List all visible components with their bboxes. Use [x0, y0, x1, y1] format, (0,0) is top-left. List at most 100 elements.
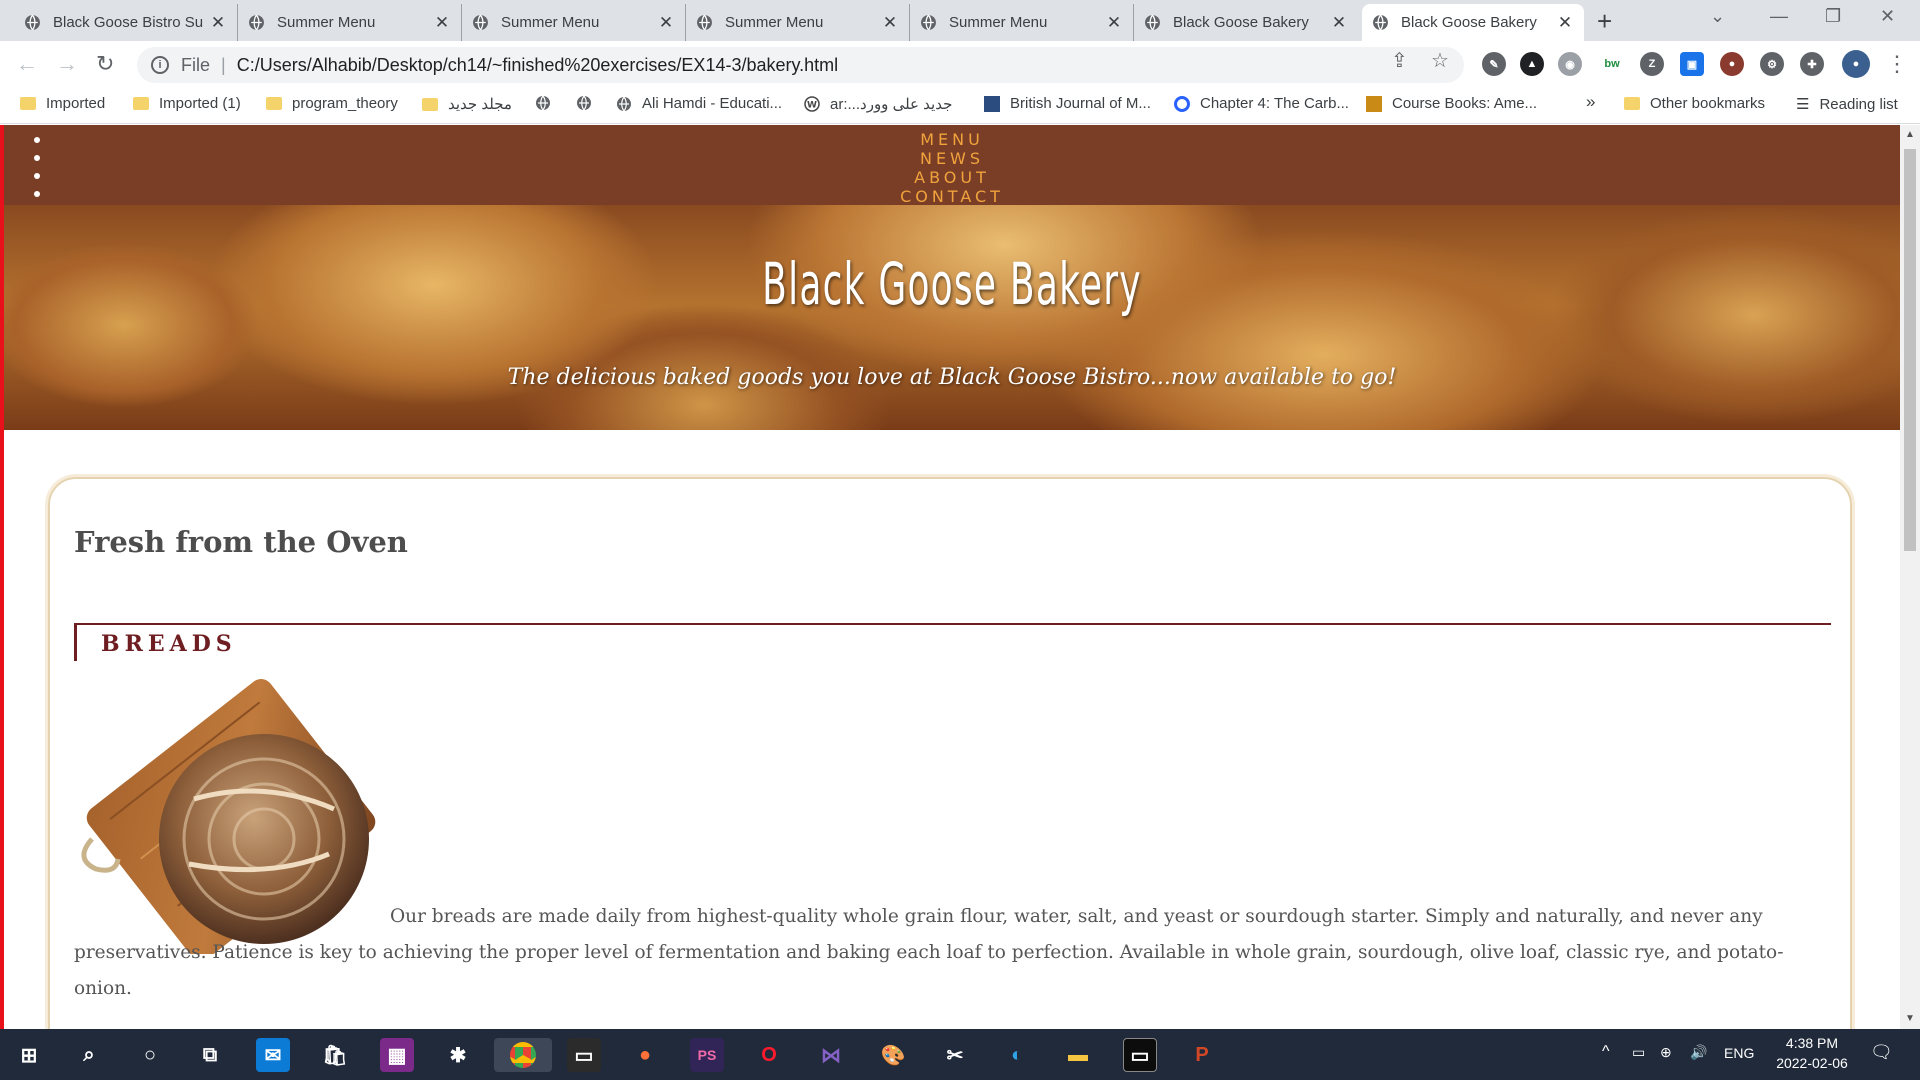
bookmark-british-journal[interactable]: British Journal of M...: [984, 95, 1151, 112]
cortana-icon[interactable]: ○: [133, 1038, 167, 1072]
scroll-down-icon[interactable]: ▼: [1905, 1013, 1915, 1024]
opera-icon[interactable]: O: [752, 1038, 786, 1072]
tray-overflow-icon[interactable]: ^: [1602, 1043, 1610, 1061]
edge-icon[interactable]: ◐: [1000, 1038, 1034, 1072]
tab-title: Summer Menu: [949, 14, 1048, 31]
bird-extension-icon[interactable]: ▲: [1520, 52, 1544, 76]
file-explorer-icon[interactable]: ▬: [1061, 1038, 1095, 1072]
globe-icon: [697, 14, 712, 31]
nav-link-about[interactable]: ABOUT: [4, 168, 1900, 187]
tab-summer-menu-3[interactable]: Summer Menu ✕: [686, 4, 910, 41]
paint-icon[interactable]: 🎨: [876, 1038, 910, 1072]
tab-black-goose-bakery-1[interactable]: Black Goose Bakery ✕: [1134, 4, 1358, 41]
close-icon[interactable]: ✕: [881, 13, 899, 33]
bookmark-chapter-4[interactable]: Chapter 4: The Carb...: [1174, 95, 1349, 112]
firefox-icon[interactable]: ●: [628, 1038, 662, 1072]
reload-icon[interactable]: ↻: [96, 51, 114, 77]
new-tab-button[interactable]: +: [1597, 6, 1612, 37]
bookmark-star-icon[interactable]: ☆: [1431, 48, 1449, 73]
eyedropper-extension-icon[interactable]: ✎: [1482, 52, 1506, 76]
cookie-extension-icon[interactable]: ●: [1720, 52, 1744, 76]
minimize-icon[interactable]: —: [1770, 6, 1788, 27]
mail-icon[interactable]: ✉: [256, 1038, 290, 1072]
close-icon[interactable]: ✕: [1556, 13, 1574, 33]
folder-icon: [266, 97, 282, 110]
bookmark-label: Course Books: Ame...: [1392, 95, 1538, 112]
bookmark-program-theory[interactable]: program_theory: [266, 95, 398, 112]
bookmark-course-books[interactable]: Course Books: Ame...: [1366, 95, 1537, 112]
info-icon[interactable]: i: [151, 56, 169, 74]
tab-summer-menu-4[interactable]: Summer Menu ✕: [910, 4, 1134, 41]
bookmark-globe-1[interactable]: [535, 95, 561, 111]
bw-extension-icon[interactable]: bw: [1600, 52, 1624, 76]
scroll-thumb[interactable]: [1904, 149, 1916, 551]
address-bar[interactable]: i File | C:/Users/Alhabib/Desktop/ch14/~…: [137, 47, 1464, 83]
tools-icon[interactable]: ✂: [938, 1038, 972, 1072]
site-title: Black Goose Bakery: [762, 250, 1142, 318]
close-icon[interactable]: ✕: [1105, 13, 1123, 33]
close-icon[interactable]: ✕: [209, 13, 227, 33]
bookmark-other-bookmarks[interactable]: Other bookmarks: [1624, 95, 1765, 112]
zip-extension-icon[interactable]: Z: [1640, 52, 1664, 76]
nav-link-menu[interactable]: MENU: [4, 130, 1900, 149]
puzzle-extensions-icon[interactable]: ✚: [1800, 52, 1824, 76]
phpstorm-icon[interactable]: PS: [690, 1038, 724, 1072]
screenshot-extension-icon[interactable]: ▣: [1680, 52, 1704, 76]
tab-search-icon[interactable]: ⌄: [1710, 6, 1725, 27]
bookmarks-bar: Imported Imported (1) program_theory مجل…: [0, 89, 1920, 124]
chrome-icon[interactable]: [494, 1038, 552, 1072]
nav-link-news[interactable]: NEWS: [4, 149, 1900, 168]
bookmark-new-folder[interactable]: مجلد جديد: [422, 95, 512, 113]
bookmark-globe-2[interactable]: [576, 95, 602, 111]
forward-icon[interactable]: →: [56, 51, 78, 77]
reading-list-label: Reading list: [1819, 95, 1898, 113]
bookmark-label: program_theory: [292, 95, 398, 112]
bookmark-ali-hamdi[interactable]: Ali Hamdi - Educati...: [616, 95, 782, 112]
battery-icon[interactable]: ▭: [1632, 1044, 1645, 1061]
visual-studio-icon[interactable]: ⋈: [814, 1038, 848, 1072]
powerpoint-icon[interactable]: P: [1185, 1038, 1219, 1072]
window-close-icon[interactable]: ✕: [1880, 6, 1895, 27]
bookmark-wordpress[interactable]: War:...جديد على وورد: [804, 95, 952, 113]
bookmarks-overflow-button[interactable]: »: [1586, 92, 1595, 112]
store-icon[interactable]: 🛍: [318, 1038, 352, 1072]
network-icon[interactable]: ⊕: [1660, 1044, 1672, 1061]
close-icon[interactable]: ✕: [657, 13, 675, 33]
vertical-scrollbar[interactable]: ▲ ▼: [1900, 125, 1920, 1029]
gear-extension-icon[interactable]: ⚙: [1760, 52, 1784, 76]
globe-icon: [25, 14, 40, 31]
search-icon[interactable]: ⌕: [72, 1038, 106, 1072]
bookmark-label: مجلد جديد: [448, 96, 512, 113]
close-icon[interactable]: ✕: [1330, 13, 1348, 33]
clock-time[interactable]: 4:38 PM: [1772, 1035, 1852, 1051]
share-icon[interactable]: ⇪: [1391, 48, 1408, 73]
volume-icon[interactable]: 🔊: [1690, 1044, 1707, 1061]
menu-kebab-icon[interactable]: ⋮: [1886, 51, 1908, 77]
clock-date[interactable]: 2022-02-06: [1764, 1055, 1860, 1071]
tab-summer-menu-2[interactable]: Summer Menu ✕: [462, 4, 686, 41]
terminal-app-icon[interactable]: ▭: [567, 1038, 601, 1072]
tab-black-goose-bakery-active[interactable]: Black Goose Bakery ✕: [1362, 4, 1584, 41]
bookmark-imported[interactable]: Imported: [20, 95, 105, 112]
profile-avatar[interactable]: ●: [1842, 50, 1870, 78]
windows-start-icon[interactable]: ⊞: [12, 1038, 46, 1072]
folder-icon: [20, 97, 36, 110]
winrar-icon[interactable]: ▦: [380, 1038, 414, 1072]
grammar-extension-icon[interactable]: ◉: [1558, 52, 1582, 76]
close-icon[interactable]: ✕: [433, 13, 451, 33]
nav-link-contact[interactable]: CONTACT: [4, 187, 1900, 206]
virtualbox-icon[interactable]: ✱: [441, 1038, 475, 1072]
url-text[interactable]: C:/Users/Alhabib/Desktop/ch14/~finished%…: [237, 55, 838, 76]
language-indicator[interactable]: ENG: [1724, 1045, 1754, 1061]
task-view-icon[interactable]: ⧉: [193, 1038, 227, 1072]
restore-icon[interactable]: ❐: [1825, 6, 1841, 27]
reading-list-icon: ☰: [1796, 96, 1810, 113]
tab-summer-menu-1[interactable]: Summer Menu ✕: [238, 4, 462, 41]
scroll-up-icon[interactable]: ▲: [1905, 129, 1915, 140]
back-icon[interactable]: ←: [16, 51, 38, 77]
reading-list-button[interactable]: ☰ Reading list: [1796, 95, 1898, 114]
tab-black-goose-bistro[interactable]: Black Goose Bistro Su ✕: [14, 4, 238, 41]
cmd-icon[interactable]: ▭: [1123, 1038, 1157, 1072]
bookmark-imported-1[interactable]: Imported (1): [133, 95, 241, 112]
notifications-icon[interactable]: 🗨: [1870, 1042, 1893, 1063]
